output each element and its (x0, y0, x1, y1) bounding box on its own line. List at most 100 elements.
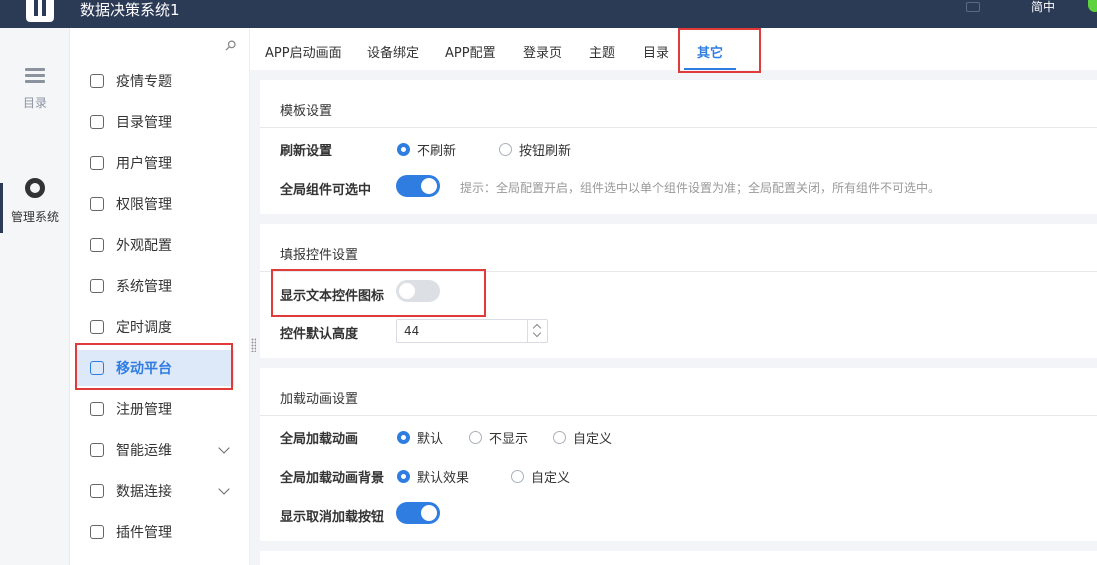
lock-icon (90, 197, 104, 211)
refresh-setting-label: 刷新设置 (280, 144, 333, 159)
tab-other[interactable]: 其它 (697, 42, 723, 61)
panel-title: 模板设置 (280, 104, 333, 119)
radio-button-refresh[interactable]: 按钮刷新 (499, 140, 571, 159)
radio-bg-default[interactable]: 默认效果 (397, 467, 469, 486)
list-icon (25, 68, 45, 84)
radio-label: 不刷新 (417, 144, 457, 159)
radio-label: 按钮刷新 (519, 144, 572, 159)
sidebar-item-schedule[interactable]: 定时调度 (76, 309, 234, 345)
sidebar-item-permissions[interactable]: 权限管理 (76, 186, 234, 222)
tab-device-binding[interactable]: 设备绑定 (367, 42, 419, 61)
radio-animation-hidden[interactable]: 不显示 (469, 428, 528, 447)
mobile-icon (90, 361, 104, 375)
next-panel (260, 551, 1097, 565)
radio-bg-custom[interactable]: 自定义 (511, 467, 570, 486)
settings-icon (90, 279, 104, 293)
timer-icon (90, 320, 104, 334)
loading-animation-panel: 加载动画设置 全局加载动画 默认 不显示 自定义 全局加载动画背景 默认效果 自… (260, 368, 1097, 541)
rail-item-label: 管理系统 (10, 210, 59, 224)
radio-dot (397, 143, 410, 156)
default-height-stepper[interactable] (396, 319, 548, 343)
radio-animation-custom[interactable]: 自定义 (553, 428, 612, 447)
global-animation-label: 全局加载动画 (280, 432, 359, 447)
animation-bg-label: 全局加载动画背景 (280, 471, 385, 486)
radio-label: 不显示 (489, 432, 529, 447)
report-icon (90, 74, 104, 88)
sidebar-item-catalog[interactable]: 目录管理 (76, 104, 234, 140)
toggle-knob (421, 178, 437, 194)
sidebar-item-label: 注册管理 (116, 402, 172, 418)
nav-rail: 目录 管理系统 (0, 28, 70, 565)
radio-no-refresh[interactable]: 不刷新 (397, 140, 456, 159)
monitor-icon[interactable] (966, 2, 980, 12)
divider (260, 127, 1097, 128)
sidebar-item-ops[interactable]: 智能运维 (76, 432, 234, 468)
tab-active-indicator (684, 68, 736, 70)
status-icon[interactable] (1088, 0, 1097, 12)
sidebar-item-mobile[interactable]: 移动平台 (76, 350, 234, 386)
sidebar-item-label: 系统管理 (116, 279, 172, 295)
radio-label: 自定义 (531, 471, 571, 486)
pin-icon[interactable]: ⚲ (221, 37, 240, 56)
toggle-knob (399, 283, 415, 299)
fill-control-settings-panel: 填报控件设置 显示文本控件图标 控件默认高度 (260, 224, 1097, 358)
language-switch[interactable]: 简中 (1031, 0, 1055, 14)
chevron-down-icon (218, 483, 230, 495)
default-height-label: 控件默认高度 (280, 327, 359, 342)
default-height-input[interactable] (397, 320, 517, 342)
resize-handle[interactable] (251, 338, 256, 352)
radio-label: 默认 (417, 432, 444, 447)
selectable-label: 全局组件可选中 (280, 183, 372, 198)
link-icon (90, 484, 104, 498)
chevron-down-icon[interactable] (532, 328, 542, 338)
gear-icon (25, 178, 45, 198)
sidebar-item-appearance[interactable]: 外观配置 (76, 227, 234, 263)
radio-animation-default[interactable]: 默认 (397, 428, 443, 447)
radio-dot (499, 143, 512, 156)
radio-dot (511, 470, 524, 483)
radio-label: 默认效果 (417, 471, 470, 486)
show-icon-label: 显示文本控件图标 (280, 289, 385, 304)
sidebar-item-label: 数据连接 (116, 484, 172, 500)
radio-dot (397, 470, 410, 483)
paint-icon (90, 238, 104, 252)
plugin-icon (90, 525, 104, 539)
cancel-button-toggle[interactable] (396, 502, 440, 524)
sidebar-item-register[interactable]: 注册管理 (76, 391, 234, 427)
register-icon (90, 402, 104, 416)
catalog-icon (90, 115, 104, 129)
selectable-hint: 提示：全局配置开启，组件选中以单个组件设置为准；全局配置关闭，所有组件不可选中。 (460, 181, 941, 195)
rail-item-catalog[interactable]: 目录 (0, 68, 70, 111)
tab-theme[interactable]: 主题 (589, 42, 615, 61)
sidebar-item-system[interactable]: 系统管理 (76, 268, 234, 304)
panel-title: 填报控件设置 (280, 248, 359, 263)
sidebar-item-label: 插件管理 (116, 525, 172, 541)
sidebar-item-label: 移动平台 (116, 361, 172, 377)
selectable-toggle[interactable] (396, 175, 440, 197)
sidebar-item-plugins[interactable]: 插件管理 (76, 514, 234, 550)
template-settings-panel: 模板设置 刷新设置 不刷新 按钮刷新 全局组件可选中 提示：全局配置开启，组件选… (260, 80, 1097, 214)
tab-bar: APP启动画面 设备绑定 APP配置 登录页 主题 目录 其它 (250, 28, 1097, 70)
sidebar-item-label: 外观配置 (116, 238, 172, 254)
tab-app-config[interactable]: APP配置 (445, 42, 496, 61)
rail-item-label: 目录 (22, 96, 47, 110)
sidebar-item-data-connection[interactable]: 数据连接 (76, 473, 234, 509)
sidebar-item-users[interactable]: 用户管理 (76, 145, 234, 181)
tab-app-splash[interactable]: APP启动画面 (265, 42, 342, 61)
network-icon (90, 443, 104, 457)
tab-catalog[interactable]: 目录 (643, 42, 669, 61)
app-title: 数据决策系统1 (80, 1, 180, 19)
user-icon (90, 156, 104, 170)
rail-item-admin[interactable]: 管理系统 (0, 178, 70, 225)
divider (260, 271, 1097, 272)
chevron-down-icon (218, 442, 230, 454)
radio-dot (397, 431, 410, 444)
sidebar-item-label: 用户管理 (116, 156, 172, 172)
sidebar-item-label: 目录管理 (116, 115, 172, 131)
sidebar-item-epidemic[interactable]: 疫情专题 (76, 63, 234, 99)
sidebar-item-label: 权限管理 (116, 197, 172, 213)
radio-label: 自定义 (573, 432, 613, 447)
stepper-buttons[interactable] (527, 320, 547, 342)
show-icon-toggle[interactable] (396, 280, 440, 302)
tab-login-page[interactable]: 登录页 (523, 42, 562, 61)
